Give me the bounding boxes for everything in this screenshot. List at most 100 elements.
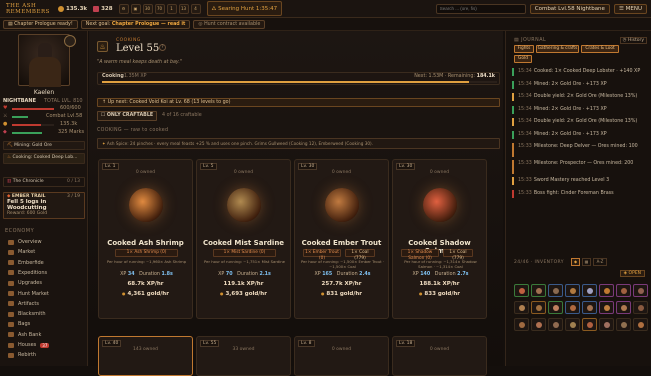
inventory-slot[interactable] xyxy=(633,301,648,314)
hunt-contract-chip[interactable]: ◎ Hunt contract available xyxy=(193,19,266,29)
ember-trail-count: 3 / 19 xyxy=(67,194,80,199)
crate-button[interactable]: 30 xyxy=(142,3,153,14)
inventory-open-button[interactable]: ◈ OPEN xyxy=(619,270,645,277)
inventory-slot[interactable] xyxy=(599,301,614,314)
help-icon[interactable]: ? xyxy=(159,44,166,51)
nav-item-bags[interactable]: Bags xyxy=(8,321,30,327)
inventory-slot[interactable] xyxy=(548,301,563,314)
inventory-slot[interactable] xyxy=(633,318,648,331)
gem-icon xyxy=(93,5,100,12)
inventory-filter-button[interactable]: ◆ xyxy=(571,258,580,266)
character-portrait[interactable] xyxy=(18,34,70,87)
recipe-xp-rate: 119.1k XP/hr xyxy=(223,281,264,287)
recipe-card[interactable]: Lv. 8 0 owned xyxy=(294,336,389,376)
next-goal-chip[interactable]: Next goal: Chapter Prologue — read it xyxy=(80,19,191,29)
recipe-card[interactable]: Lv. 1 0 owned Cooked Ash Shrimp 1× Ash Shri… xyxy=(98,159,193,319)
emberfide-icon xyxy=(8,260,14,266)
hunt-market-icon xyxy=(8,291,14,296)
chapter-ready-chip[interactable]: ▤ Chapter Prologue ready! xyxy=(3,19,78,29)
inventory-slot[interactable] xyxy=(616,284,631,297)
guild-emblem-icon[interactable] xyxy=(64,35,76,47)
inventory-grid-button[interactable]: ▦ xyxy=(582,258,591,266)
inventory-slot[interactable] xyxy=(548,284,563,297)
recipe-gold-rate: ● 3,693 gold/hr xyxy=(197,291,290,297)
filter-crates-loot[interactable]: Crates & Loot xyxy=(581,45,619,53)
skill-level: Level 55 xyxy=(116,43,160,54)
only-craftable-toggle[interactable]: ☐ ONLY CRAFTABLE xyxy=(97,111,157,121)
inventory-slot[interactable] xyxy=(548,318,563,331)
settings-button[interactable]: ⚙ xyxy=(118,3,129,14)
nav-label: Houses xyxy=(18,342,37,348)
recipe-card[interactable]: Lv. 40 143 owned xyxy=(98,336,193,376)
entry-time: 15:34 xyxy=(518,94,532,99)
key-button[interactable]: 1 xyxy=(166,3,177,14)
potion-button[interactable]: 70 xyxy=(154,3,165,14)
nav-item-emberfide[interactable]: Emberfide xyxy=(8,260,44,266)
inventory-slot[interactable] xyxy=(531,284,546,297)
inventory-slot[interactable] xyxy=(633,284,648,297)
recipe-card[interactable]: Lv. 5 0 owned Cooked Mist Sardine 1× Mist S… xyxy=(196,159,291,319)
inventory-slot[interactable] xyxy=(565,284,580,297)
inventory-slot[interactable] xyxy=(531,318,546,331)
journal-entry: 15:34 Double yield: 2× Gold Ore (Mileston… xyxy=(518,119,648,125)
inventory-slot[interactable] xyxy=(565,301,580,314)
inventory-slot[interactable] xyxy=(616,301,631,314)
nav-item-expeditions[interactable]: Expeditions xyxy=(8,270,47,276)
nav-item-market[interactable]: Market xyxy=(8,249,35,255)
recipe-card[interactable]: Lv. 55 33 owned xyxy=(196,336,291,376)
nav-item-blacksmith[interactable]: Blacksmith xyxy=(8,311,46,317)
recipe-owned: 0 owned xyxy=(331,347,352,352)
flame-icon: 🜂 xyxy=(211,6,217,12)
item-icon xyxy=(553,305,559,311)
combat-level-button[interactable]: Combat Lvl.58 Nightbane xyxy=(529,3,610,14)
inventory-slot[interactable] xyxy=(616,318,631,331)
activity-cooking[interactable]: ♨ Cooking: Cooked Deep Lob... xyxy=(3,153,85,164)
inventory-slot[interactable] xyxy=(565,318,580,331)
inventory-sort-button[interactable]: A-Z xyxy=(593,258,607,266)
inventory-button[interactable]: ▣ xyxy=(130,3,141,14)
search-input[interactable] xyxy=(435,3,526,14)
scroll-button[interactable]: 13 xyxy=(178,3,189,14)
nav-label: Hunt Market xyxy=(18,290,49,297)
recipe-stats: XP 140 Duration 2.7s xyxy=(397,272,484,277)
filter-gold[interactable]: Gold xyxy=(514,55,532,63)
inventory-slot[interactable] xyxy=(582,284,597,297)
xp-remaining: 184.1k xyxy=(476,74,495,79)
history-button[interactable]: ◷ History xyxy=(619,37,647,44)
activity-mining[interactable]: ⛏ Mining: Gold Ore xyxy=(3,141,85,150)
chronicle-button[interactable]: ▥ The Chronicle 0 / 13 xyxy=(3,177,85,187)
ember-trail-box[interactable]: ◆ EMBER TRAIL 3 / 19 Fell 5 logs in Woodc… xyxy=(3,192,85,219)
inventory-slot[interactable] xyxy=(514,284,529,297)
inventory-slot[interactable] xyxy=(582,318,597,331)
inventory-slot[interactable] xyxy=(514,318,529,331)
nav-item-ash-bank[interactable]: Ash Bank xyxy=(8,332,41,338)
nav-item-houses[interactable]: Houses 37 xyxy=(8,342,50,348)
filter-fights[interactable]: Fights xyxy=(514,45,534,53)
marks-amount: 325 Marks xyxy=(58,129,85,135)
filter-gathering-crafts[interactable]: Gathering & crafts xyxy=(536,45,579,53)
item-icon xyxy=(638,288,644,294)
xp-progress-bar xyxy=(102,81,497,83)
marks-bar-fill xyxy=(12,132,42,134)
hunt-timer-pill[interactable]: 🜂 Searing Hunt 1:35:47 xyxy=(206,1,283,16)
chest-button[interactable]: 4 xyxy=(190,3,201,14)
nav-item-rebirth[interactable]: Rebirth xyxy=(8,352,36,358)
item-icon xyxy=(587,322,593,328)
recipe-card[interactable]: Lv. 18 0 owned xyxy=(392,336,487,376)
nav-item-hunt-market[interactable]: Hunt Market xyxy=(8,291,49,297)
nav-item-upgrades[interactable]: Upgrades xyxy=(8,280,42,286)
recipe-card[interactable]: Lv. 30 0 owned Cooked Ember Trout 1× Ember … xyxy=(294,159,389,319)
inventory-slot[interactable] xyxy=(531,301,546,314)
arrow-up-icon: ↑ xyxy=(102,100,107,105)
inventory-slot[interactable] xyxy=(582,301,597,314)
nav-item-artifacts[interactable]: Artifacts xyxy=(8,301,39,307)
recipe-card[interactable]: Lv. 30 0 owned Cooked Shadow Salmon 1× Shad… xyxy=(392,159,487,319)
recipe-food-icon xyxy=(325,188,359,222)
nav-item-overview[interactable]: Overview xyxy=(8,239,42,245)
gold-bar-fill xyxy=(12,124,42,126)
menu-button[interactable]: ☰ MENU xyxy=(613,3,647,14)
inventory-slot[interactable] xyxy=(599,318,614,331)
up-next-banner: ↑ Up next: Cooked Void Koi at Lv. 68 (13… xyxy=(97,98,500,107)
inventory-slot[interactable] xyxy=(514,301,529,314)
inventory-slot[interactable] xyxy=(599,284,614,297)
